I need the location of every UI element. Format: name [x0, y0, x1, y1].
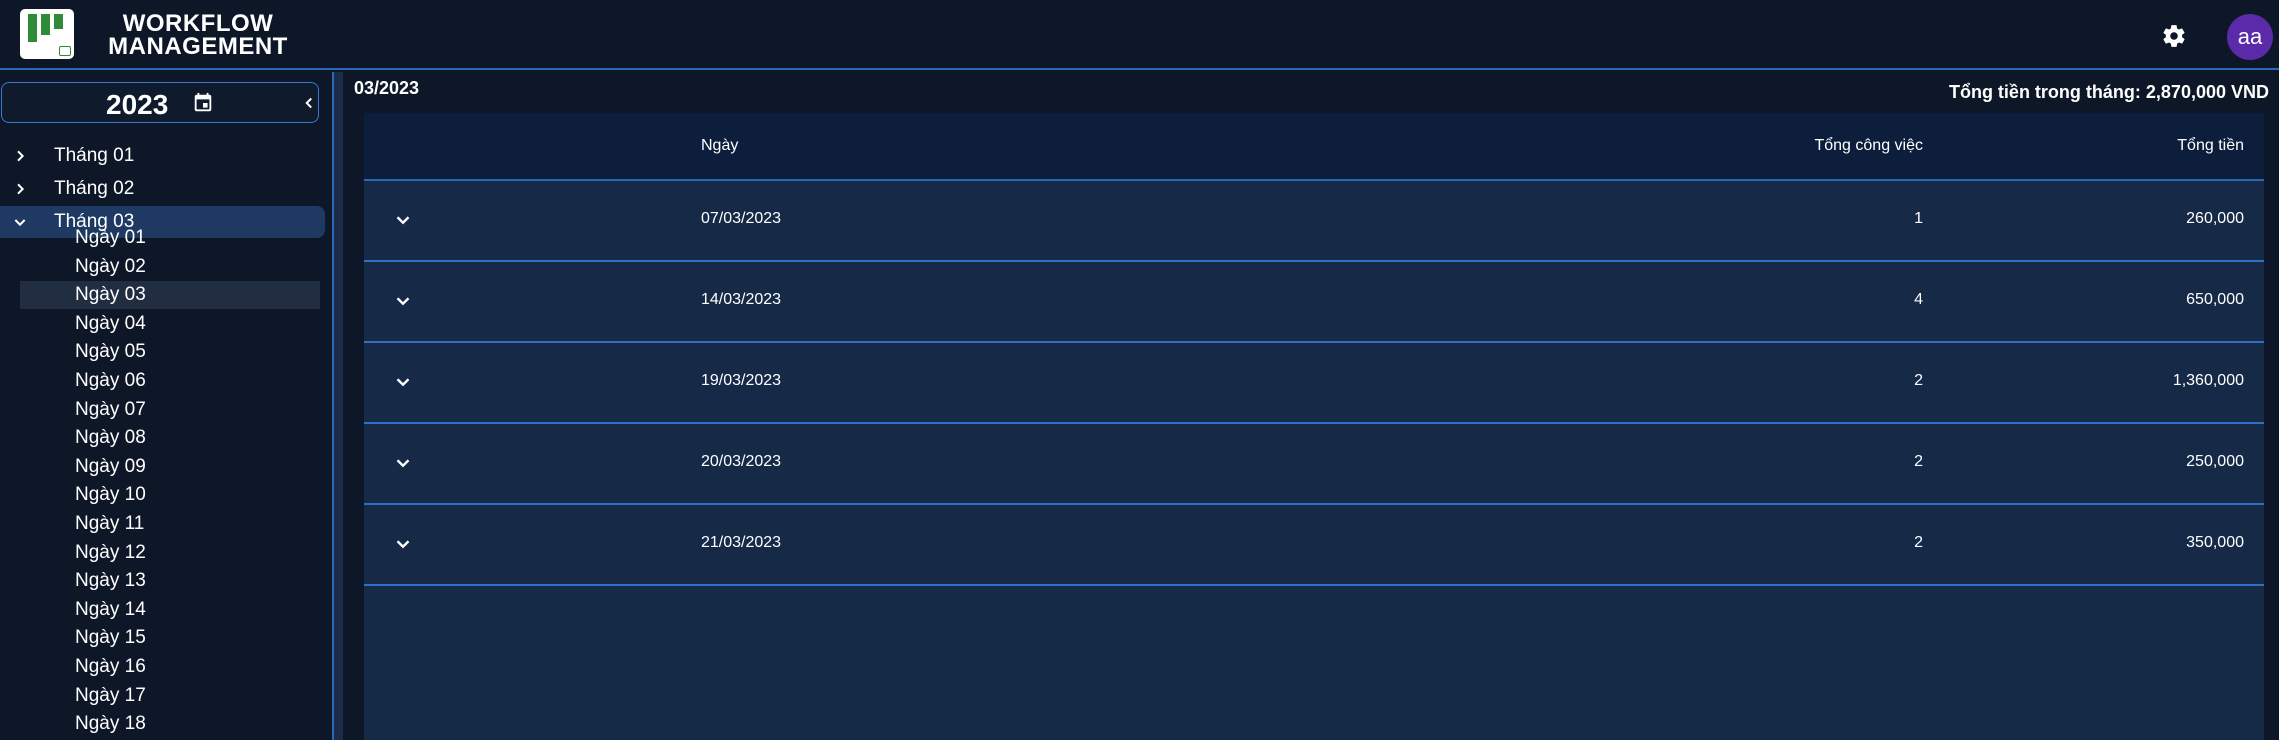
chevron-right-icon: [12, 181, 32, 197]
table-row[interactable]: 14/03/2023 4 650,000: [364, 262, 2264, 343]
column-header-count[interactable]: Tổng công việc: [1814, 137, 1923, 155]
sidebar-day[interactable]: Ngày 02: [20, 253, 320, 281]
app-title-line2: MANAGEMENT: [108, 33, 288, 60]
sidebar-day[interactable]: Ngày 17: [20, 682, 320, 710]
sidebar-day[interactable]: Ngày 05: [20, 338, 320, 366]
row-amount: 1,360,000: [2172, 372, 2244, 389]
sidebar-day[interactable]: Ngày 16: [20, 653, 320, 681]
sidebar-day[interactable]: Ngày 12: [20, 539, 320, 567]
sidebar-resize-handle[interactable]: [332, 72, 343, 740]
row-date: 19/03/2023: [701, 372, 782, 389]
table-row[interactable]: 19/03/2023 2 1,360,000: [364, 343, 2264, 424]
year-picker[interactable]: 2023: [1, 82, 319, 123]
sidebar-month-label: Tháng 01: [54, 145, 135, 166]
row-count: 2: [1914, 372, 1923, 389]
logo-mini-badge: [59, 46, 71, 56]
row-date: 14/03/2023: [701, 291, 782, 308]
logo-bar: [54, 14, 63, 29]
sidebar-day[interactable]: Ngày 11: [20, 510, 320, 538]
row-count: 1: [1914, 210, 1923, 227]
row-count: 2: [1914, 534, 1923, 551]
sidebar-day[interactable]: Ngày 09: [20, 453, 320, 481]
sidebar-day[interactable]: Ngày 10: [20, 481, 320, 509]
chevron-down-icon[interactable]: [392, 452, 414, 474]
sidebar-day[interactable]: Ngày 13: [20, 567, 320, 595]
row-amount: 260,000: [2186, 210, 2244, 227]
sidebar-day[interactable]: Ngày 04: [20, 310, 320, 338]
row-amount: 650,000: [2186, 291, 2244, 308]
app-title: WORKFLOW MANAGEMENT: [88, 10, 308, 60]
page-title: 03/2023: [354, 78, 420, 98]
table-row[interactable]: 20/03/2023 2 250,000: [364, 424, 2264, 505]
column-header-amount[interactable]: Tổng tiền: [2177, 137, 2244, 155]
sidebar: 2023 Tháng 01 Tháng 02 Tháng 03 Ngày 01 …: [0, 72, 332, 740]
row-amount: 350,000: [2186, 534, 2244, 551]
app-header: WORKFLOW MANAGEMENT aa: [0, 0, 2279, 70]
row-count: 2: [1914, 453, 1923, 470]
row-date: 21/03/2023: [701, 534, 782, 551]
sidebar-day[interactable]: Ngày 08: [20, 424, 320, 452]
row-date: 07/03/2023: [701, 210, 782, 227]
sidebar-month-01[interactable]: Tháng 01: [0, 140, 325, 172]
chevron-down-icon[interactable]: [392, 290, 414, 312]
chevron-right-icon: [12, 148, 32, 164]
row-date: 20/03/2023: [701, 453, 782, 470]
app-title-line1: WORKFLOW: [122, 10, 274, 37]
table-header: Ngày Tổng công việc Tổng tiền: [364, 113, 2264, 181]
row-count: 4: [1914, 291, 1923, 308]
sidebar-day[interactable]: Ngày 15: [20, 624, 320, 652]
chevron-left-icon[interactable]: [300, 92, 318, 114]
row-amount: 250,000: [2186, 453, 2244, 470]
year-label: 2023: [106, 89, 169, 120]
sidebar-month-02[interactable]: Tháng 02: [0, 173, 325, 205]
sidebar-day-selected[interactable]: Ngày 03: [20, 281, 320, 310]
kanban-logo-icon[interactable]: [20, 9, 74, 59]
user-avatar[interactable]: aa: [2227, 14, 2273, 60]
sidebar-month-label: Tháng 02: [54, 178, 135, 199]
table-row[interactable]: 21/03/2023 2 350,000: [364, 505, 2264, 586]
chevron-down-icon[interactable]: [392, 533, 414, 555]
column-header-date[interactable]: Ngày: [701, 137, 738, 155]
chevron-down-icon[interactable]: [392, 371, 414, 393]
sidebar-day[interactable]: Ngày 18: [20, 710, 320, 738]
summary-table: Ngày Tổng công việc Tổng tiền 07/03/2023…: [364, 113, 2264, 740]
logo-bar: [28, 14, 37, 42]
sidebar-day[interactable]: Ngày 07: [20, 396, 320, 424]
table-row[interactable]: 07/03/2023 1 260,000: [364, 181, 2264, 262]
logo-bar: [41, 14, 50, 35]
settings-button[interactable]: [2160, 22, 2188, 50]
sidebar-day[interactable]: Ngày 14: [20, 596, 320, 624]
gear-icon: [2163, 25, 2185, 47]
chevron-down-icon[interactable]: [392, 209, 414, 231]
sidebar-day[interactable]: Ngày 06: [20, 367, 320, 395]
monthly-total: Tổng tiền trong tháng: 2,870,000 VND: [1948, 82, 2269, 102]
calendar-icon[interactable]: [192, 92, 214, 114]
sidebar-day[interactable]: Ngày 01: [20, 224, 320, 252]
